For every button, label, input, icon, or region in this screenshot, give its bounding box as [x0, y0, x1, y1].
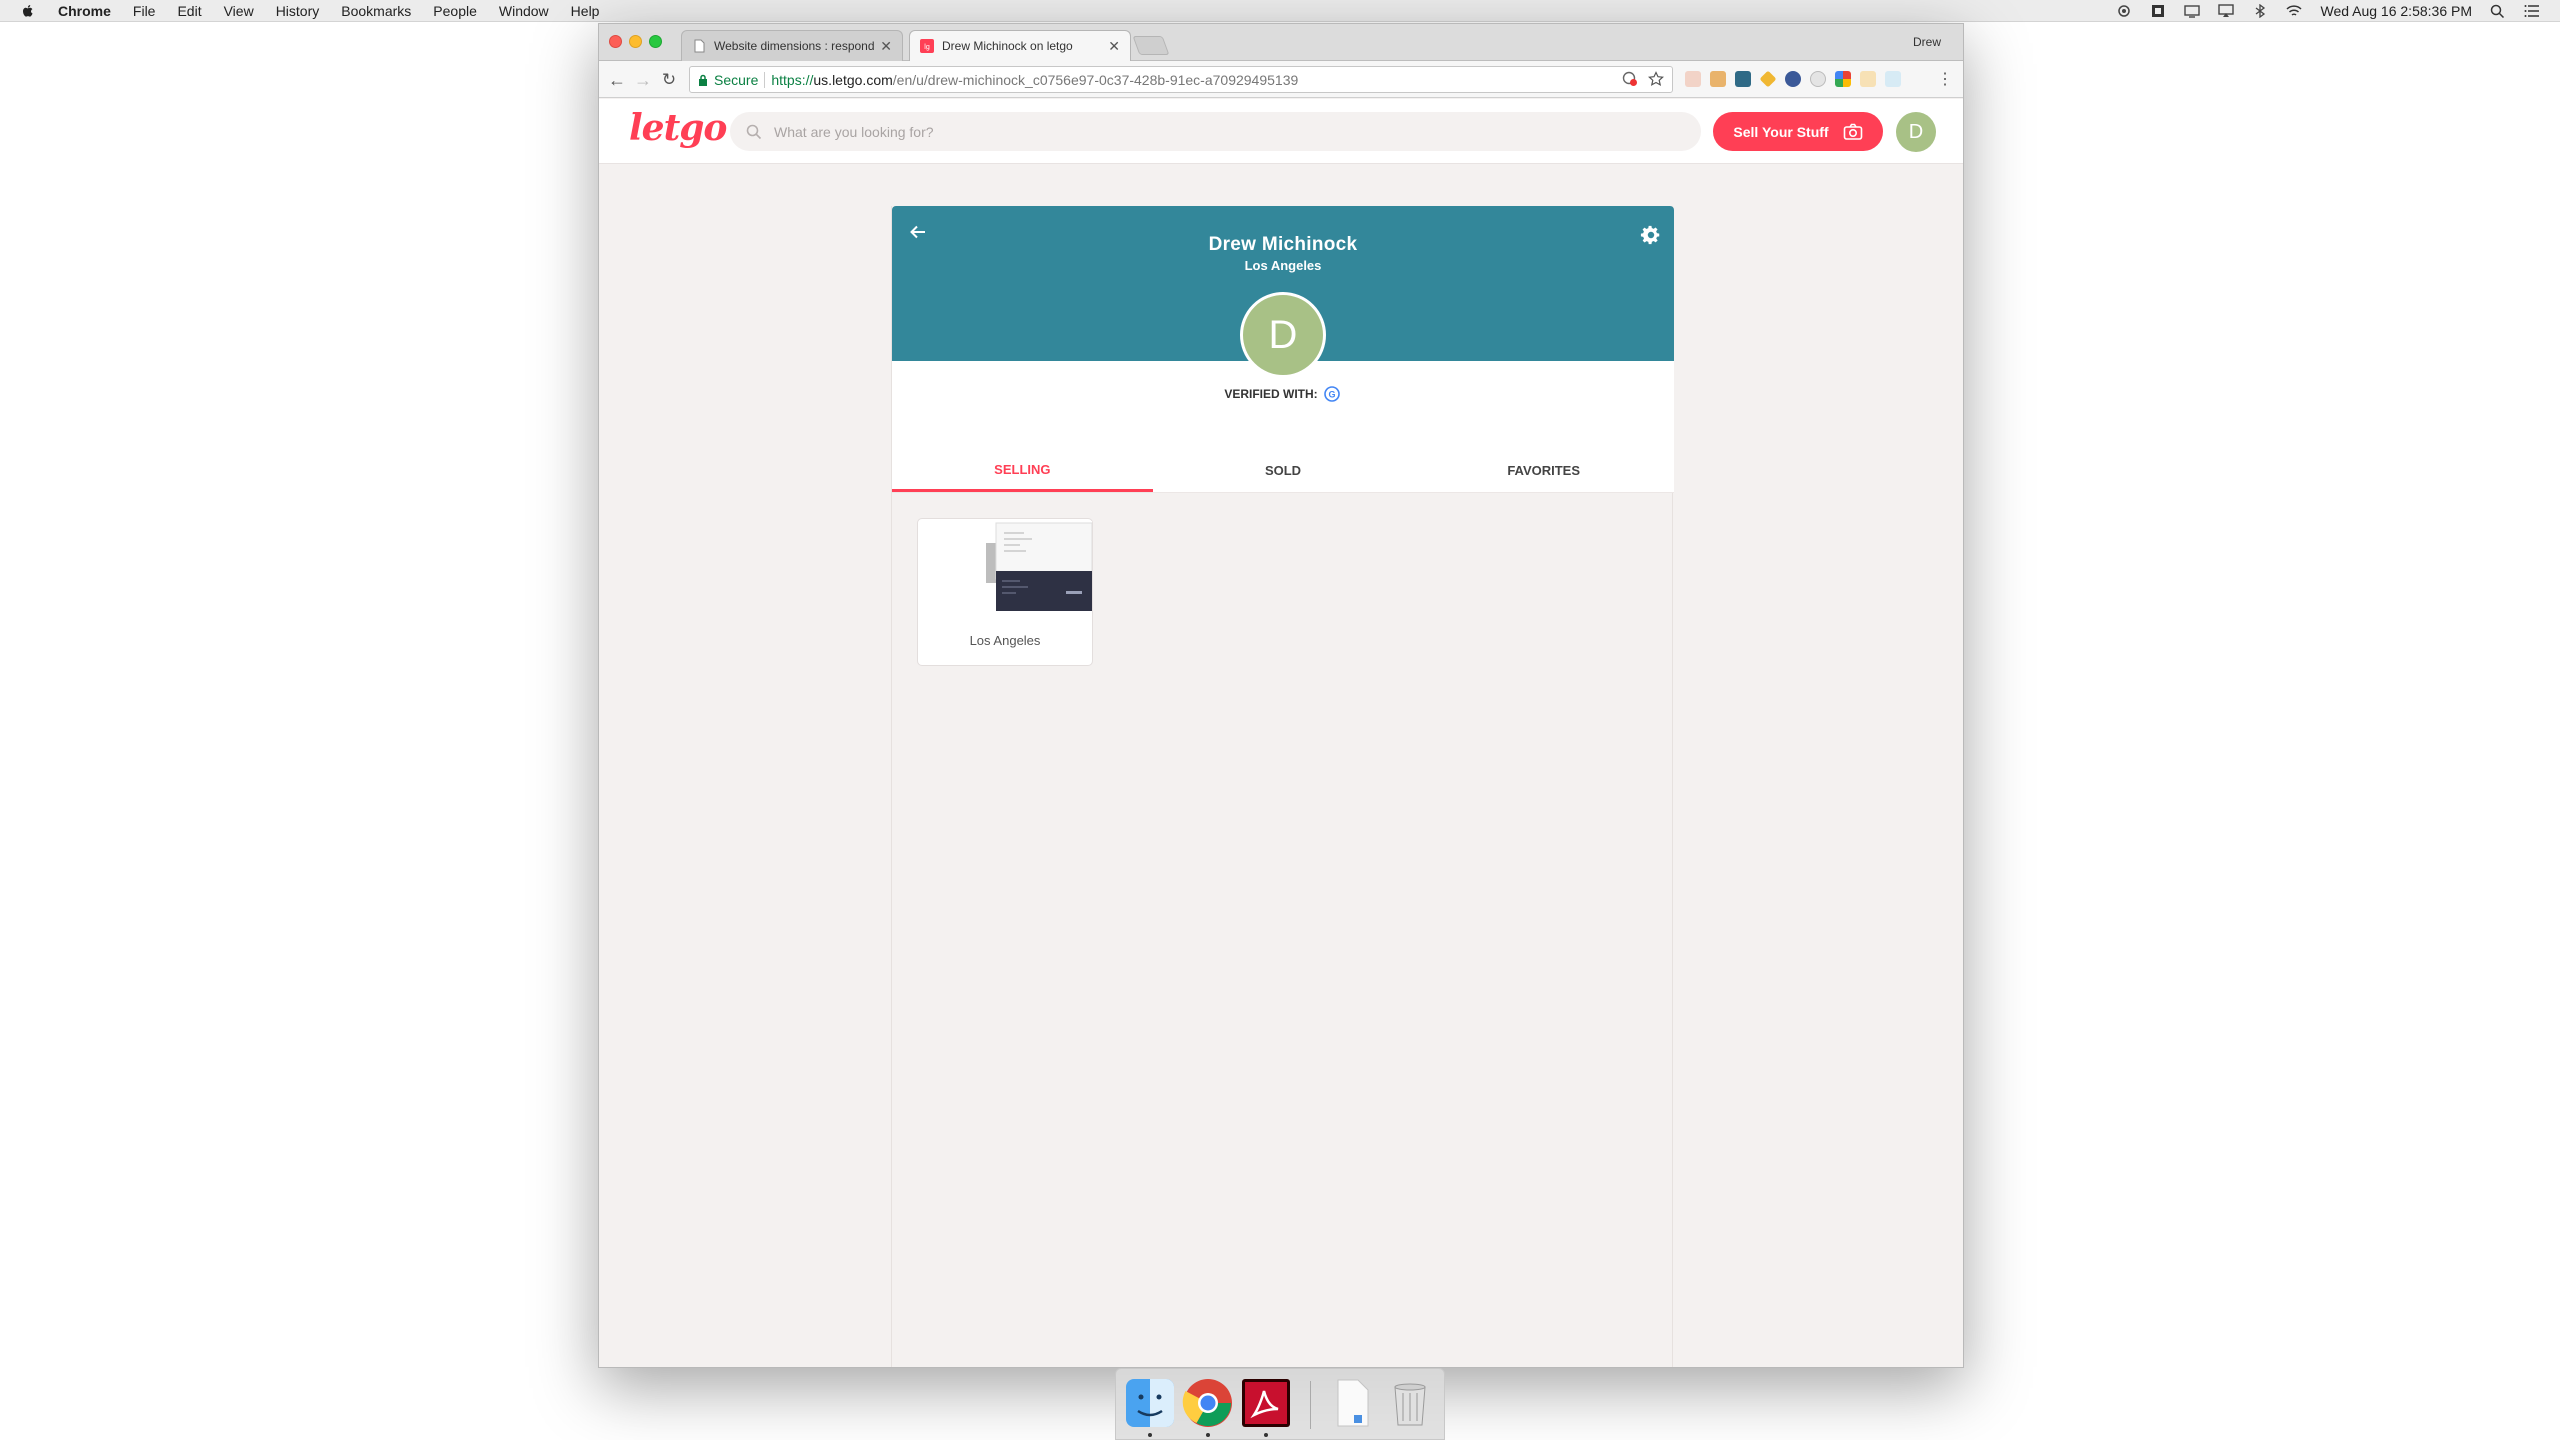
site-header: letgo Sell Your Stuff D — [599, 99, 1963, 164]
tab-close-icon[interactable]: ✕ — [880, 38, 892, 55]
listing-image[interactable] — [986, 521, 1092, 617]
bluetooth-icon[interactable] — [2252, 4, 2268, 18]
extension-icons — [1685, 70, 1901, 88]
extension-icon[interactable] — [1835, 71, 1851, 87]
extension-icon[interactable] — [1735, 71, 1751, 87]
gear-icon[interactable] — [1640, 224, 1662, 246]
tab-favorites[interactable]: FAVORITES — [1413, 449, 1674, 492]
profile-tabs: SELLING SOLD FAVORITES — [892, 449, 1674, 493]
search-bar[interactable] — [730, 112, 1701, 151]
spotlight-search-icon[interactable] — [2490, 4, 2506, 18]
dock-divider — [1310, 1381, 1311, 1429]
extension-icon[interactable] — [1685, 71, 1701, 87]
omnibox-divider — [764, 71, 766, 88]
menu-people[interactable]: People — [433, 3, 477, 19]
document-icon[interactable] — [1326, 1377, 1378, 1429]
back-icon[interactable]: ← — [605, 68, 629, 92]
extension-icon[interactable] — [1885, 71, 1901, 87]
url-host: us.letgo.com — [813, 71, 893, 88]
secure-label: Secure — [714, 71, 759, 88]
menu-help[interactable]: Help — [571, 3, 600, 19]
finder-running-indicator — [1148, 1433, 1152, 1437]
tab-title: Drew Michinock on letgo — [942, 39, 1073, 53]
extension-icon[interactable] — [1759, 70, 1777, 88]
sell-button-label: Sell Your Stuff — [1733, 123, 1829, 140]
airplay-icon[interactable] — [2218, 4, 2235, 18]
notification-center-icon[interactable] — [2524, 4, 2540, 18]
camera-icon — [1843, 123, 1862, 140]
browser-menu-icon[interactable]: ⋮ — [1937, 69, 1953, 89]
extension-icon[interactable] — [1860, 71, 1876, 87]
lock-icon — [699, 74, 707, 86]
user-avatar[interactable]: D — [1896, 112, 1936, 152]
chrome-running-indicator — [1206, 1433, 1210, 1437]
verified-label: VERIFIED WITH: — [1224, 387, 1318, 401]
browser-window: Website dimensions : respond ✕ lg Drew M… — [598, 23, 1964, 1368]
url-path: /en/u/drew-michinock_c0756e97-0c37-428b-… — [892, 71, 1299, 88]
extension-icon[interactable] — [1810, 71, 1826, 87]
extension-icon[interactable] — [1710, 71, 1726, 87]
browser-tab-active[interactable]: lg Drew Michinock on letgo ✕ — [909, 30, 1131, 61]
new-tab-button[interactable] — [1132, 36, 1170, 55]
reload-icon[interactable]: ↻ — [657, 68, 681, 92]
tab-selling[interactable]: SELLING — [892, 449, 1153, 492]
listing-card[interactable]: Los Angeles — [917, 518, 1093, 666]
profile-avatar: D — [1240, 292, 1326, 378]
tab-close-icon[interactable]: ✕ — [1108, 38, 1120, 55]
dock — [1115, 1368, 1445, 1440]
profile-card: Drew Michinock Los Angeles D VERIFIED WI… — [891, 206, 1674, 1367]
menu-bar: Chrome File Edit View History Bookmarks … — [0, 0, 2560, 22]
letgo-page: letgo Sell Your Stuff D Drew Michinock L… — [599, 99, 1963, 1367]
profile-name: Drew Michinock — [1208, 234, 1358, 255]
sell-your-stuff-button[interactable]: Sell Your Stuff — [1713, 112, 1883, 151]
menu-app-name[interactable]: Chrome — [58, 3, 111, 19]
wifi-icon[interactable] — [2286, 4, 2303, 18]
menu-window[interactable]: Window — [499, 3, 549, 19]
search-input[interactable] — [774, 123, 1674, 140]
verified-with: VERIFIED WITH: G — [892, 386, 1672, 402]
window-close-button[interactable] — [609, 35, 622, 48]
letgo-favicon-icon: lg — [920, 39, 934, 53]
letgo-logo[interactable]: letgo — [629, 107, 727, 149]
browser-toolbar: ← → ↻ Secure https:// us.letgo.com /en/u… — [599, 61, 1963, 98]
search-icon — [746, 124, 762, 139]
finder-icon[interactable] — [1124, 1377, 1176, 1429]
google-icon: G — [1323, 386, 1340, 402]
tab-title: Website dimensions : respond — [714, 39, 875, 53]
menu-bookmarks[interactable]: Bookmarks — [341, 3, 411, 19]
menu-view[interactable]: View — [224, 3, 254, 19]
menu-edit[interactable]: Edit — [177, 3, 201, 19]
url-scheme: https:// — [771, 71, 814, 88]
acrobat-icon[interactable] — [1240, 1377, 1292, 1429]
menubar-clock[interactable]: Wed Aug 16 2:58:36 PM — [2320, 3, 2472, 19]
listing-location: Los Angeles — [969, 633, 1041, 648]
trash-icon[interactable] — [1384, 1377, 1436, 1429]
svg-text:G: G — [1328, 390, 1335, 400]
svg-text:lg: lg — [924, 44, 930, 51]
menu-file[interactable]: File — [133, 3, 156, 19]
creative-cloud-icon[interactable] — [2116, 4, 2132, 18]
forward-icon[interactable]: → — [631, 68, 655, 92]
acrobat-running-indicator — [1264, 1433, 1268, 1437]
box-icon[interactable] — [2150, 4, 2166, 18]
profile-location: Los Angeles — [1244, 258, 1322, 273]
window-zoom-button[interactable] — [649, 35, 662, 48]
chrome-icon[interactable] — [1182, 1377, 1234, 1429]
address-bar[interactable]: Secure https:// us.letgo.com /en/u/drew-… — [689, 66, 1673, 93]
blocked-popup-icon[interactable] — [1622, 71, 1638, 87]
bookmark-star-icon[interactable] — [1648, 71, 1664, 87]
tab-sold[interactable]: SOLD — [1153, 449, 1414, 492]
document-icon — [694, 39, 705, 53]
tab-strip: Website dimensions : respond ✕ lg Drew M… — [599, 24, 1963, 61]
browser-profile-name[interactable]: Drew — [1913, 35, 1941, 49]
display-icon[interactable] — [2184, 4, 2201, 18]
apple-icon[interactable] — [20, 3, 36, 19]
menu-history[interactable]: History — [276, 3, 320, 19]
extension-icon[interactable] — [1785, 71, 1801, 87]
browser-tab[interactable]: Website dimensions : respond ✕ — [681, 30, 903, 61]
window-minimize-button[interactable] — [629, 35, 642, 48]
